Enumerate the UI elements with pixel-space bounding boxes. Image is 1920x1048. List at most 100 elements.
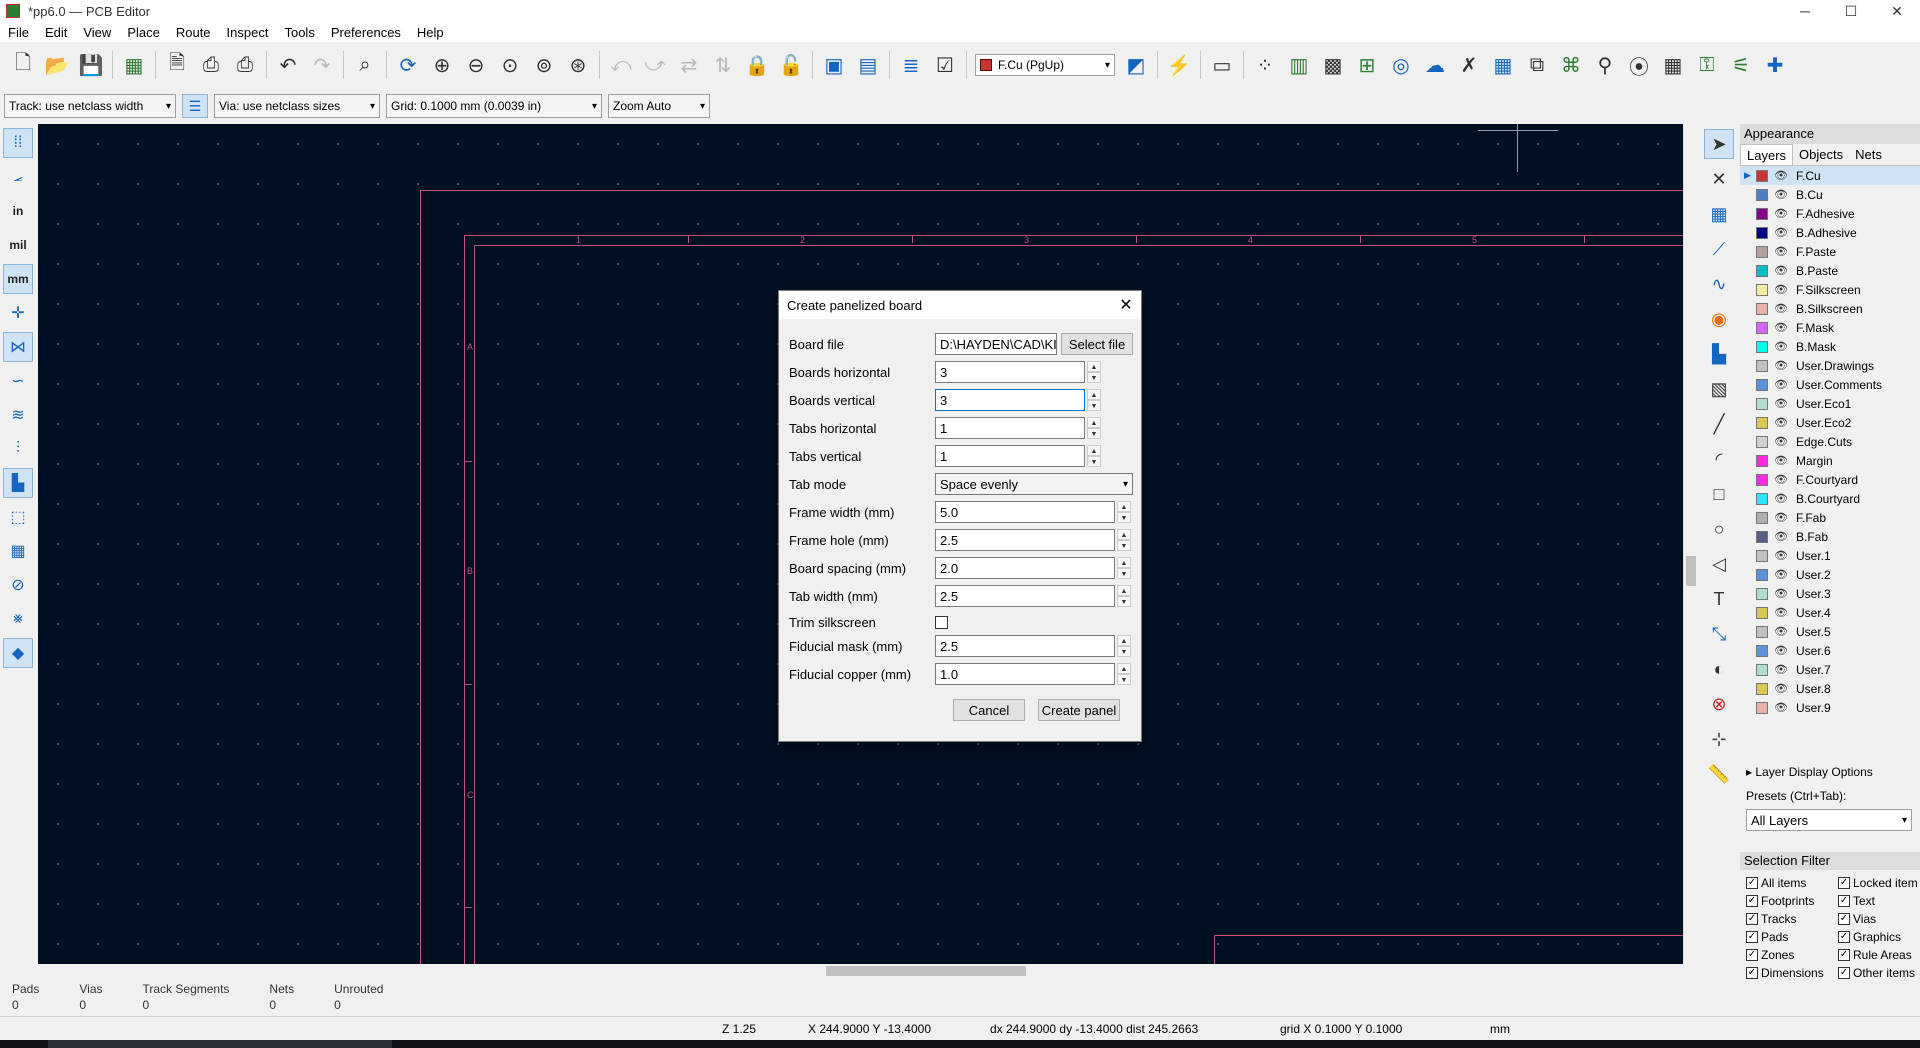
spin-up-icon[interactable]: ▲ [1117, 501, 1131, 512]
layer-color-swatch[interactable] [1756, 682, 1768, 695]
eye-icon[interactable]: 👁 [1774, 644, 1790, 657]
spin-buttons[interactable]: ▲ ▼ [1117, 663, 1131, 685]
layer-row-user-drawings[interactable]: 👁 User.Drawings [1740, 356, 1920, 375]
tabs-horizontal-input[interactable]: 1 [935, 417, 1085, 439]
layer-color-swatch[interactable] [1756, 359, 1768, 372]
eye-icon[interactable]: 👁 [1774, 340, 1790, 353]
measure-icon[interactable]: 📏 [1704, 759, 1734, 789]
zoom-out-icon[interactable]: ⊖ [459, 48, 493, 82]
via-size-select[interactable]: Via: use netclass sizes ▾ [214, 94, 380, 118]
layer-row-user-comments[interactable]: 👁 User.Comments [1740, 375, 1920, 394]
layer-row-f-adhesive[interactable]: 👁 F.Adhesive [1740, 204, 1920, 223]
eye-icon[interactable]: 👁 [1774, 264, 1790, 277]
spin-up-icon[interactable]: ▲ [1117, 557, 1131, 568]
board-setup-icon[interactable]: ▦ [117, 48, 151, 82]
draw-rectangle-icon[interactable]: □ [1704, 479, 1734, 509]
delete-tool-icon[interactable]: ⊗ [1704, 689, 1734, 719]
eye-icon[interactable]: 👁 [1774, 416, 1790, 429]
mirror-icon[interactable]: ⇅ [706, 48, 740, 82]
checkbox-checked-icon[interactable]: ✓ [1838, 894, 1850, 907]
add-dimension-icon[interactable]: ⤡ [1704, 619, 1734, 649]
eye-icon[interactable]: 👁 [1774, 701, 1790, 714]
filter-graphics[interactable]: ✓ Graphics [1838, 928, 1920, 945]
checkbox-checked-icon[interactable]: ✓ [1838, 948, 1850, 961]
eye-icon[interactable]: 👁 [1774, 397, 1790, 410]
unlock-icon[interactable]: 🔓 [774, 48, 808, 82]
tab-nets[interactable]: Nets [1849, 144, 1888, 165]
checkbox-checked-icon[interactable]: ✓ [1746, 876, 1758, 889]
plugin-grid-icon[interactable]: ▦ [1486, 48, 1520, 82]
find-icon[interactable]: ⌕ [348, 48, 382, 82]
layer-color-swatch[interactable] [1756, 226, 1768, 239]
plugin-map-icon[interactable]: ⚲ [1588, 48, 1622, 82]
add-zone-icon[interactable]: ▙ [1704, 339, 1734, 369]
zone-outline-icon[interactable]: ⬚ [3, 502, 33, 532]
eye-icon[interactable]: 👁 [1774, 530, 1790, 543]
spin-buttons[interactable]: ▲ ▼ [1087, 445, 1101, 467]
eye-icon[interactable]: 👁 [1774, 625, 1790, 638]
place-anchor-icon[interactable]: ◐ [1704, 654, 1734, 684]
layer-color-swatch[interactable] [1756, 264, 1768, 277]
layer-color-swatch[interactable] [1756, 625, 1768, 638]
checkbox-checked-icon[interactable]: ✓ [1838, 966, 1850, 979]
filter-other-items[interactable]: ✓ Other items [1838, 964, 1920, 981]
layer-color-swatch[interactable] [1756, 473, 1768, 486]
layer-row-user-1[interactable]: 👁 User.1 [1740, 546, 1920, 565]
layer-display-options[interactable]: ▸ Layer Display Options [1740, 757, 1920, 787]
tab-width-input[interactable]: 2.5 [935, 585, 1115, 607]
horizontal-scrollbar[interactable] [38, 964, 1683, 978]
layer-row-b-cu[interactable]: 👁 B.Cu [1740, 185, 1920, 204]
checkbox-checked-icon[interactable]: ✓ [1746, 966, 1758, 979]
highlight-net-icon[interactable]: ✕ [1704, 164, 1734, 194]
layer-row-f-fab[interactable]: 👁 F.Fab [1740, 508, 1920, 527]
spin-buttons[interactable]: ▲ ▼ [1087, 389, 1101, 411]
checkbox-checked-icon[interactable]: ✓ [1746, 930, 1758, 943]
spin-buttons[interactable]: ▲ ▼ [1117, 585, 1131, 607]
layer-row-user-9[interactable]: 👁 User.9 [1740, 698, 1920, 717]
spin-buttons[interactable]: ▲ ▼ [1087, 361, 1101, 383]
layer-row-user-2[interactable]: 👁 User.2 [1740, 565, 1920, 584]
eye-icon[interactable]: 👁 [1774, 454, 1790, 467]
pad-outline-icon[interactable]: ▦ [3, 536, 33, 566]
layer-row-user-6[interactable]: 👁 User.6 [1740, 641, 1920, 660]
layer-color-swatch[interactable] [1756, 568, 1768, 581]
spin-up-icon[interactable]: ▲ [1117, 663, 1131, 674]
layer-color-swatch[interactable] [1756, 644, 1768, 657]
layer-row-user-4[interactable]: 👁 User.4 [1740, 603, 1920, 622]
eye-icon[interactable]: 👁 [1774, 245, 1790, 258]
layer-color-swatch[interactable] [1756, 454, 1768, 467]
plugin-dots-icon[interactable]: ⁘ [1248, 48, 1282, 82]
track-outline-icon[interactable]: ≋ [3, 400, 33, 430]
filter-locked-item[interactable]: ✓ Locked item [1838, 874, 1920, 891]
spin-up-icon[interactable]: ▲ [1087, 361, 1101, 372]
redo-icon[interactable]: ↷ [305, 48, 339, 82]
checkbox-checked-icon[interactable]: ✓ [1838, 912, 1850, 925]
plugin-target-icon[interactable]: ◎ [1384, 48, 1418, 82]
tab-objects[interactable]: Objects [1793, 144, 1849, 165]
spin-buttons[interactable]: ▲ ▼ [1117, 501, 1131, 523]
layer-color-swatch[interactable] [1756, 606, 1768, 619]
menu-inspect[interactable]: Inspect [219, 25, 277, 40]
spin-down-icon[interactable]: ▼ [1087, 372, 1101, 383]
tab-layers[interactable]: Layers [1740, 144, 1794, 165]
frame-width-input[interactable]: 5.0 [935, 501, 1115, 523]
eye-icon[interactable]: 👁 [1774, 359, 1790, 372]
eye-icon[interactable]: 👁 [1774, 473, 1790, 486]
layer-color-swatch[interactable] [1756, 701, 1768, 714]
spin-buttons[interactable]: ▲ ▼ [1087, 417, 1101, 439]
layer-row-edge-cuts[interactable]: 👁 Edge.Cuts [1740, 432, 1920, 451]
draw-arc-icon[interactable]: ◜ [1704, 444, 1734, 474]
eye-icon[interactable]: 👁 [1774, 169, 1790, 182]
layer-row-b-adhesive[interactable]: 👁 B.Adhesive [1740, 223, 1920, 242]
filter-zones[interactable]: ✓ Zones [1746, 946, 1838, 963]
ratsnest-icon[interactable]: ⋈ [3, 332, 33, 362]
save-icon[interactable]: 💾 [74, 48, 108, 82]
filter-rule-areas[interactable]: ✓ Rule Areas [1838, 946, 1920, 963]
menu-help[interactable]: Help [409, 25, 452, 40]
layer-color-swatch[interactable] [1756, 207, 1768, 220]
add-text-icon[interactable]: T [1704, 584, 1734, 614]
eye-icon[interactable]: 👁 [1774, 682, 1790, 695]
polar-coords-icon[interactable]: ⦟ [3, 162, 33, 192]
plugin-board-icon[interactable]: ▥ [1282, 48, 1316, 82]
route-track-icon[interactable]: ⟋ [1704, 234, 1734, 264]
